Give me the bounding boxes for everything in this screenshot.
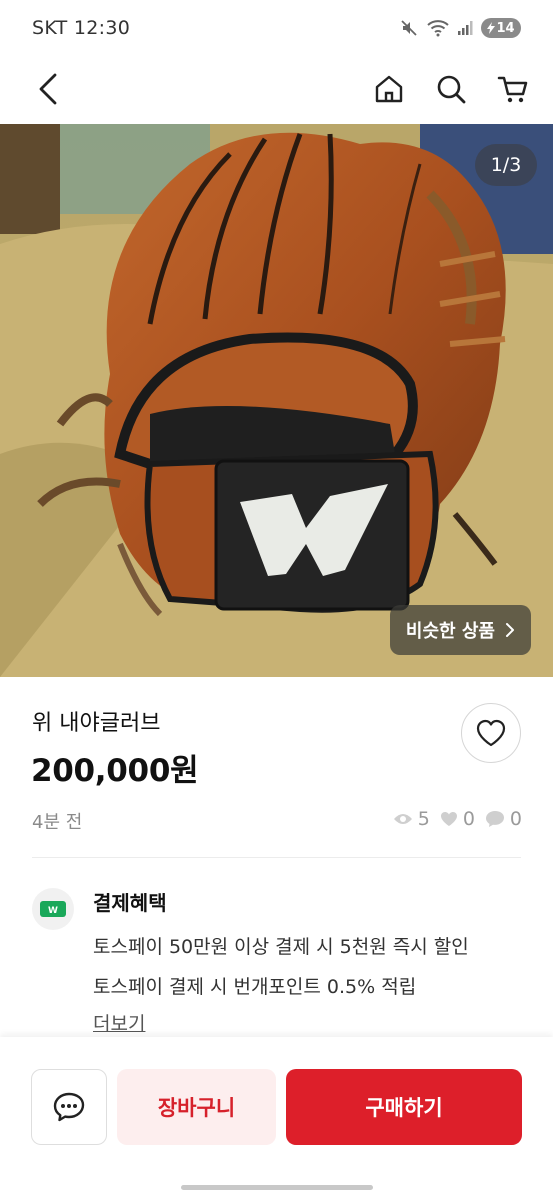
like-count: 0 [440, 808, 475, 830]
chat-bubble-icon [485, 811, 504, 827]
product-image-carousel[interactable]: 1/3 비슷한 상품 [0, 124, 553, 677]
charging-icon [487, 22, 496, 34]
add-to-cart-button[interactable]: 장바구니 [117, 1069, 276, 1145]
search-icon [437, 75, 466, 104]
home-icon [375, 75, 403, 103]
benefit-title: 결제혜택 [93, 891, 167, 915]
cart-button[interactable] [495, 71, 531, 107]
buy-now-button[interactable]: 구매하기 [286, 1069, 522, 1145]
benefit-icon: W [32, 888, 74, 930]
chat-icon [53, 1092, 85, 1122]
cart-icon [497, 76, 528, 103]
status-icons: 14 [399, 18, 521, 38]
view-count: 5 [393, 808, 430, 830]
similar-products-button[interactable]: 비슷한 상품 [389, 605, 531, 655]
more-link[interactable]: 더보기 [93, 1009, 145, 1036]
battery-indicator: 14 [481, 18, 521, 38]
product-title: 위 내야글러브 [32, 711, 161, 736]
back-icon [39, 73, 57, 105]
mute-icon [399, 18, 419, 38]
like-count-value: 0 [462, 808, 475, 830]
similar-products-label: 비슷한 상품 [405, 621, 495, 642]
search-button[interactable] [433, 71, 469, 107]
home-button[interactable] [371, 71, 407, 107]
like-button[interactable] [461, 703, 521, 763]
product-photo [0, 124, 553, 677]
divider [32, 857, 521, 858]
benefit-ticket-icon: W [40, 901, 66, 917]
benefit-icon-label: W [48, 906, 58, 916]
chat-button[interactable] [31, 1069, 107, 1145]
wifi-icon [427, 19, 449, 37]
back-button[interactable] [30, 71, 66, 107]
status-bar: SKT 12:30 14 [0, 0, 553, 56]
bottom-action-bar: 장바구니 구매하기 [0, 1037, 553, 1200]
chat-count-value: 0 [509, 808, 522, 830]
view-count-value: 5 [417, 808, 430, 830]
heart-small-icon [440, 812, 457, 826]
image-page-indicator: 1/3 [475, 144, 537, 186]
benefit-line-1: 토스페이 50만원 이상 결제 시 5천원 즉시 할인 [93, 936, 469, 958]
heart-icon [476, 719, 506, 747]
eye-icon [393, 814, 412, 824]
product-stats: 5 0 0 [393, 808, 522, 830]
product-price: 200,000원 [31, 753, 199, 789]
battery-level: 14 [496, 20, 515, 36]
top-nav-bar [0, 56, 553, 122]
posted-time: 4분 전 [32, 812, 83, 833]
signal-icon [457, 20, 473, 36]
status-carrier-time: SKT 12:30 [32, 17, 131, 39]
home-indicator [181, 1185, 373, 1190]
chat-count: 0 [485, 808, 522, 830]
benefit-line-2: 토스페이 결제 시 번개포인트 0.5% 적립 [93, 976, 417, 998]
chevron-right-icon [506, 623, 514, 637]
